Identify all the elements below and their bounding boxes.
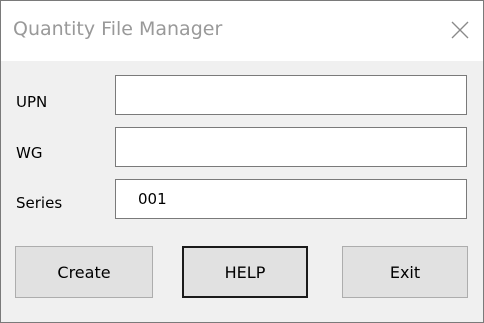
create-button[interactable]: Create: [15, 246, 153, 298]
upn-label: UPN: [16, 93, 48, 111]
close-button[interactable]: [437, 7, 483, 53]
close-icon: [451, 21, 469, 39]
exit-button[interactable]: Exit: [342, 246, 468, 298]
wg-field[interactable]: [115, 127, 467, 167]
series-field[interactable]: [115, 179, 467, 219]
quantity-file-manager-dialog: Quantity File Manager UPN WG Series Crea…: [0, 0, 484, 323]
window-title: Quantity File Manager: [13, 18, 223, 40]
wg-label: WG: [16, 144, 43, 162]
title-bar: Quantity File Manager: [1, 1, 483, 61]
upn-field[interactable]: [115, 75, 467, 115]
help-button[interactable]: HELP: [182, 246, 308, 298]
series-label: Series: [16, 194, 63, 212]
